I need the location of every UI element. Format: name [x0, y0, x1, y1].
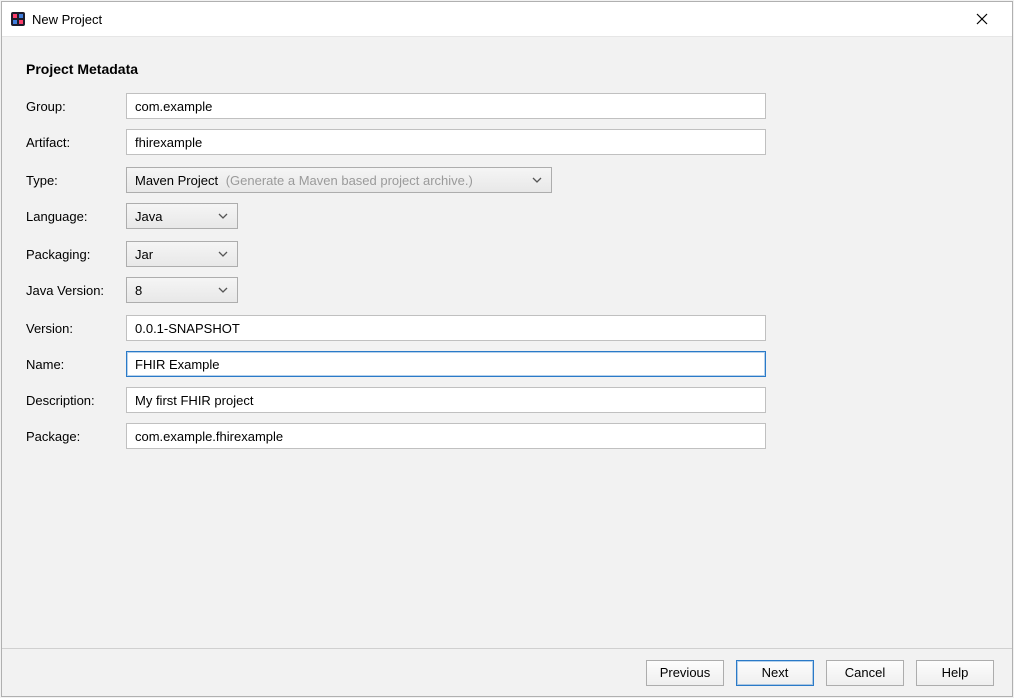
label-version: Version:	[26, 321, 126, 336]
chevron-down-icon	[529, 177, 545, 183]
name-field[interactable]	[126, 351, 766, 377]
dialog-footer: Previous Next Cancel Help	[2, 648, 1012, 696]
window-title: New Project	[32, 12, 962, 27]
next-button[interactable]: Next	[736, 660, 814, 686]
packaging-value: Jar	[135, 247, 215, 262]
artifact-field[interactable]	[126, 129, 766, 155]
label-artifact: Artifact:	[26, 135, 126, 150]
label-java-version: Java Version:	[26, 283, 126, 298]
label-name: Name:	[26, 357, 126, 372]
new-project-dialog: New Project Project Metadata Group: Arti…	[1, 1, 1013, 697]
version-field[interactable]	[126, 315, 766, 341]
packaging-dropdown[interactable]: Jar	[126, 241, 238, 267]
package-field[interactable]	[126, 423, 766, 449]
type-dropdown[interactable]: Maven Project (Generate a Maven based pr…	[126, 167, 552, 193]
section-header: Project Metadata	[26, 61, 988, 77]
cancel-button[interactable]: Cancel	[826, 660, 904, 686]
label-type: Type:	[26, 173, 126, 188]
app-icon	[10, 11, 26, 27]
close-icon	[976, 13, 988, 25]
type-hint: (Generate a Maven based project archive.…	[226, 173, 473, 188]
group-field[interactable]	[126, 93, 766, 119]
description-field[interactable]	[126, 387, 766, 413]
chevron-down-icon	[215, 287, 231, 293]
label-description: Description:	[26, 393, 126, 408]
label-group: Group:	[26, 99, 126, 114]
label-packaging: Packaging:	[26, 247, 126, 262]
language-dropdown[interactable]: Java	[126, 203, 238, 229]
java-version-value: 8	[135, 283, 215, 298]
dialog-content: Project Metadata Group: Artifact: Type: …	[2, 36, 1012, 648]
chevron-down-icon	[215, 213, 231, 219]
titlebar: New Project	[2, 2, 1012, 36]
help-button[interactable]: Help	[916, 660, 994, 686]
label-package: Package:	[26, 429, 126, 444]
label-language: Language:	[26, 209, 126, 224]
chevron-down-icon	[215, 251, 231, 257]
type-value: Maven Project	[135, 173, 218, 188]
previous-button[interactable]: Previous	[646, 660, 724, 686]
language-value: Java	[135, 209, 215, 224]
close-button[interactable]	[962, 4, 1002, 34]
java-version-dropdown[interactable]: 8	[126, 277, 238, 303]
